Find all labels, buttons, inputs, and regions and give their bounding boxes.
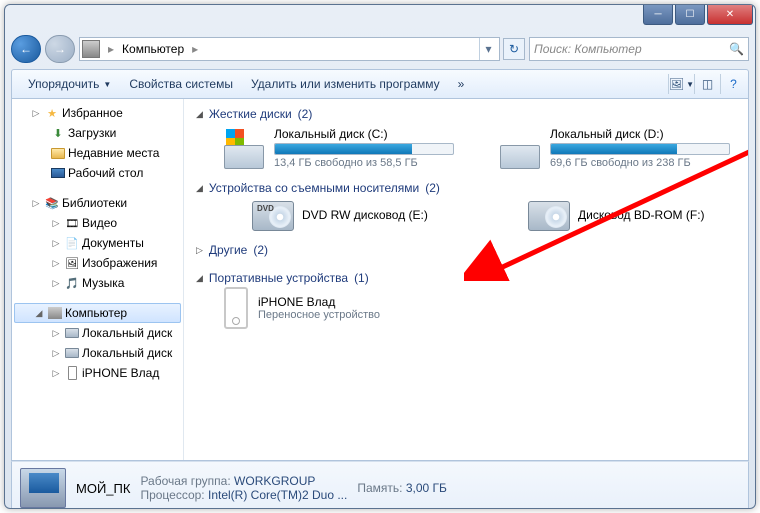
- drive-c-bar: [274, 143, 454, 155]
- toolbar: Упорядочить▼ Свойства системы Удалить ил…: [11, 69, 749, 99]
- sidebar-desktop[interactable]: Рабочий стол: [12, 163, 183, 183]
- sidebar-recent[interactable]: Недавние места: [12, 143, 183, 163]
- device-iphone[interactable]: iPHONE Влад Переносное устройство: [224, 287, 736, 329]
- bd-icon: [528, 201, 570, 231]
- sidebar-documents[interactable]: ▷📄Документы: [12, 233, 183, 253]
- drive-c-free: 13,4 ГБ свободно из 58,5 ГБ: [274, 157, 460, 169]
- sidebar-libraries[interactable]: ▷📚Библиотеки: [12, 193, 183, 213]
- preview-pane-icon[interactable]: ◫: [694, 74, 714, 94]
- drive-bd[interactable]: Дисковод BD-ROM (F:): [528, 201, 736, 231]
- drive-c[interactable]: Локальный диск (C:) 13,4 ГБ свободно из …: [224, 127, 460, 169]
- details-name: МОЙ_ПК: [76, 481, 130, 496]
- search-input[interactable]: Поиск: Компьютер 🔍: [529, 37, 749, 61]
- computer-large-icon: [20, 468, 66, 508]
- sidebar-pictures[interactable]: ▷🖼Изображения: [12, 253, 183, 273]
- iphone-sub: Переносное устройство: [258, 309, 380, 321]
- maximize-button[interactable]: ☐: [675, 5, 705, 25]
- group-removable[interactable]: ◢Устройства со съемными носителями (2): [196, 179, 736, 197]
- group-hard-drives[interactable]: ◢Жесткие диски (2): [196, 105, 736, 123]
- sidebar: ▷★Избранное ⬇Загрузки Недавние места Раб…: [12, 99, 184, 460]
- search-placeholder: Поиск: Компьютер: [534, 42, 642, 56]
- drive-d[interactable]: Локальный диск (D:) 69,6 ГБ свободно из …: [500, 127, 736, 169]
- details-cpu: Intel(R) Core(TM)2 Duo ...: [208, 488, 347, 502]
- system-properties-button[interactable]: Свойства системы: [121, 74, 241, 94]
- organize-button[interactable]: Упорядочить▼: [20, 74, 119, 94]
- breadcrumb-sep: ▸: [104, 42, 118, 56]
- group-other[interactable]: ▷Другие (2): [196, 241, 736, 259]
- drive-dvd-label: DVD RW дисковод (E:): [302, 208, 428, 222]
- toolbar-more[interactable]: »: [450, 74, 473, 94]
- sidebar-iphone[interactable]: ▷iPHONE Влад: [12, 363, 183, 383]
- titlebar: ─ ☐ ✕: [5, 5, 755, 33]
- refresh-button[interactable]: ↻: [503, 38, 525, 60]
- drive-c-label: Локальный диск (C:): [274, 127, 460, 141]
- explorer-window: ─ ☐ ✕ ← → ▸ Компьютер ▸ ▾ ↻ Поиск: Компь…: [4, 4, 756, 509]
- drive-d-free: 69,6 ГБ свободно из 238 ГБ: [550, 157, 736, 169]
- sidebar-music[interactable]: ▷🎵Музыка: [12, 273, 183, 293]
- nav-bar: ← → ▸ Компьютер ▸ ▾ ↻ Поиск: Компьютер 🔍: [11, 33, 749, 65]
- content-pane: ◢Жесткие диски (2) Локальный диск (C:) 1…: [184, 99, 748, 460]
- iphone-label: iPHONE Влад: [258, 295, 380, 309]
- view-icon[interactable]: 🖼▼: [668, 74, 688, 94]
- uninstall-button[interactable]: Удалить или изменить программу: [243, 74, 448, 94]
- dvd-icon: [252, 201, 294, 231]
- details-memory: 3,00 ГБ: [406, 481, 447, 495]
- drive-icon: [500, 127, 542, 169]
- drive-bd-label: Дисковод BD-ROM (F:): [578, 208, 705, 222]
- drive-d-label: Локальный диск (D:): [550, 127, 736, 141]
- address-dropdown[interactable]: ▾: [479, 38, 497, 60]
- forward-button[interactable]: →: [45, 35, 75, 63]
- drive-icon: [224, 127, 266, 169]
- minimize-button[interactable]: ─: [643, 5, 673, 25]
- help-icon[interactable]: ?: [720, 74, 740, 94]
- drive-d-bar: [550, 143, 730, 155]
- iphone-icon: [224, 287, 248, 329]
- sidebar-downloads[interactable]: ⬇Загрузки: [12, 123, 183, 143]
- breadcrumb-computer[interactable]: Компьютер: [122, 42, 184, 56]
- sidebar-drive-c[interactable]: ▷Локальный диск: [12, 323, 183, 343]
- sidebar-favorites[interactable]: ▷★Избранное: [12, 103, 183, 123]
- close-button[interactable]: ✕: [707, 5, 753, 25]
- sidebar-drive-d[interactable]: ▷Локальный диск: [12, 343, 183, 363]
- back-button[interactable]: ←: [11, 35, 41, 63]
- address-bar[interactable]: ▸ Компьютер ▸ ▾: [79, 37, 500, 61]
- search-icon: 🔍: [729, 42, 744, 56]
- sidebar-computer[interactable]: ◢Компьютер: [14, 303, 181, 323]
- group-portable[interactable]: ◢Портативные устройства (1): [196, 269, 736, 287]
- details-pane: МОЙ_ПК Рабочая группа: WORKGROUP Процесс…: [11, 461, 749, 509]
- computer-icon: [82, 40, 100, 58]
- drive-dvd[interactable]: DVD RW дисковод (E:): [252, 201, 460, 231]
- details-workgroup: WORKGROUP: [234, 474, 315, 488]
- sidebar-videos[interactable]: ▷🎞Видео: [12, 213, 183, 233]
- breadcrumb-sep2: ▸: [188, 42, 202, 56]
